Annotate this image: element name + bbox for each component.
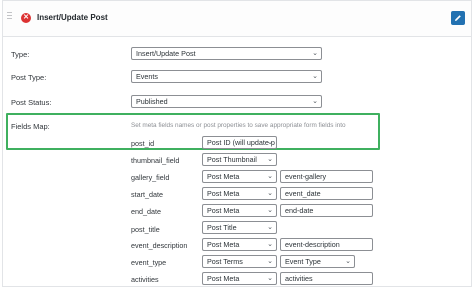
type-label: Type: [11, 50, 30, 59]
post-type-label: Post Type: [11, 73, 47, 82]
meta-key-input-event-description[interactable]: event-description [280, 238, 373, 251]
chevron-down-icon: ⌄ [267, 156, 273, 163]
field-type-select-post-title[interactable]: Post Title ⌄ [202, 221, 277, 234]
chevron-down-icon: ⌄ [267, 139, 273, 146]
chevron-down-icon: ⌄ [267, 224, 273, 231]
meta-key-input-start-date[interactable]: event_date [280, 187, 373, 200]
field-type-select-start-date[interactable]: Post Meta ⌄ [202, 187, 277, 200]
field-type-select-end-date[interactable]: Post Meta ⌄ [202, 204, 277, 217]
meta-key-input-gallery[interactable]: event-gallery [280, 170, 373, 183]
field-label-start-date: start_date [131, 190, 163, 199]
chevron-down-icon: ⌄ [267, 241, 273, 248]
chevron-down-icon: ⌄ [267, 173, 273, 180]
chevron-down-icon: ⌄ [267, 190, 273, 197]
meta-key-input-activities[interactable]: activities [280, 272, 373, 285]
panel-header: ✕ Insert/Update Post [3, 1, 471, 37]
taxonomy-select-event-type[interactable]: Event Type ⌄ [280, 255, 355, 268]
close-icon[interactable]: ✕ [21, 13, 31, 23]
chevron-down-icon: ⌄ [345, 258, 351, 265]
field-label-end-date: end_date [131, 207, 161, 216]
type-select[interactable]: Insert/Update Post ⌄ [131, 47, 322, 60]
field-type-value: Post Meta [207, 172, 240, 181]
field-type-value: Post Meta [207, 274, 240, 283]
taxonomy-value: Event Type [285, 257, 321, 266]
panel-title: Insert/Update Post [37, 13, 108, 22]
field-type-value: Post Meta [207, 206, 240, 215]
edit-button[interactable] [451, 11, 465, 25]
chevron-down-icon: ⌄ [267, 275, 273, 282]
field-type-value: Post Terms [207, 257, 243, 266]
chevron-down-icon: ⌄ [267, 258, 273, 265]
pencil-icon [455, 15, 461, 21]
post-type-select-value: Events [136, 72, 158, 81]
field-label-post-id: post_id [131, 139, 155, 148]
chevron-down-icon: ⌄ [312, 98, 318, 105]
highlight-box [6, 113, 380, 150]
field-type-value: Post Thumbnail [207, 155, 257, 164]
field-type-value: Post Meta [207, 189, 240, 198]
field-type-select-gallery[interactable]: Post Meta ⌄ [202, 170, 277, 183]
field-label-event-type: event_type [131, 258, 167, 267]
field-label-activities: activities [131, 275, 159, 284]
field-type-value: Post ID (will update p [207, 138, 275, 147]
field-label-thumbnail: thumbnail_field [131, 156, 180, 165]
chevron-down-icon: ⌄ [267, 207, 273, 214]
meta-key-input-end-date[interactable]: end-date [280, 204, 373, 217]
type-select-value: Insert/Update Post [136, 49, 196, 58]
field-label-post-title: post_title [131, 225, 160, 234]
field-type-select-activities[interactable]: Post Meta ⌄ [202, 272, 277, 285]
post-status-select-value: Published [136, 97, 168, 106]
field-type-select-event-type[interactable]: Post Terms ⌄ [202, 255, 277, 268]
post-type-select[interactable]: Events ⌄ [131, 70, 322, 83]
field-type-select-event-description[interactable]: Post Meta ⌄ [202, 238, 277, 251]
field-label-gallery: gallery_field [131, 173, 170, 182]
chevron-down-icon: ⌄ [312, 50, 318, 57]
field-type-value: Post Title [207, 223, 237, 232]
drag-handle[interactable] [7, 12, 12, 26]
post-status-select[interactable]: Published ⌄ [131, 95, 322, 108]
field-label-event-description: event_description [131, 241, 188, 250]
field-type-value: Post Meta [207, 240, 240, 249]
post-status-label: Post Status: [11, 98, 52, 107]
chevron-down-icon: ⌄ [312, 73, 318, 80]
field-type-select-post-id[interactable]: Post ID (will update p ⌄ [202, 136, 277, 149]
field-type-select-thumbnail[interactable]: Post Thumbnail ⌄ [202, 153, 277, 166]
